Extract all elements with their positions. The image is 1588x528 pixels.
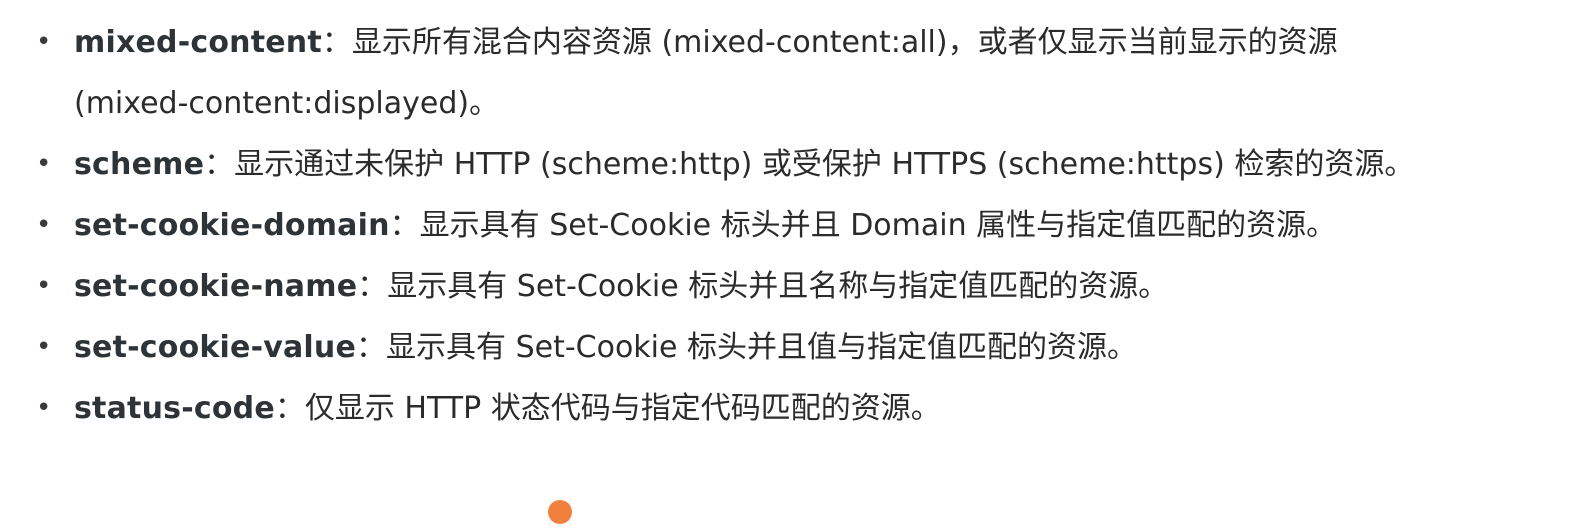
property-term: mixed-content — [74, 25, 322, 60]
property-term: scheme — [74, 147, 205, 182]
list-item-mixed-content: • mixed-content：显示所有混合内容资源 (mixed-conten… — [0, 12, 1588, 134]
property-term: set-cookie-domain — [74, 208, 390, 243]
bullet-icon: • — [36, 210, 52, 240]
list-item-set-cookie-name: • set-cookie-name：显示具有 Set-Cookie 标头并且名称… — [0, 256, 1588, 317]
property-term: set-cookie-name — [74, 269, 358, 304]
property-term: set-cookie-value — [74, 330, 357, 365]
orange-dot-icon — [548, 500, 572, 524]
list-item-status-code: • status-code：仅显示 HTTP 状态代码与指定代码匹配的资源。 — [0, 378, 1588, 439]
property-description: ：显示具有 Set-Cookie 标头并且名称与指定值匹配的资源。 — [357, 269, 1169, 304]
bullet-icon: • — [36, 271, 52, 301]
list-item-set-cookie-value: • set-cookie-value：显示具有 Set-Cookie 标头并且值… — [0, 317, 1588, 378]
property-description: ：仅显示 HTTP 状态代码与指定代码匹配的资源。 — [274, 391, 941, 426]
list-item-scheme: • scheme：显示通过未保护 HTTP (scheme:http) 或受保护… — [0, 134, 1588, 195]
list-item-set-cookie-domain: • set-cookie-domain：显示具有 Set-Cookie 标头并且… — [0, 195, 1588, 256]
property-description: ：显示具有 Set-Cookie 标头并且值与指定值匹配的资源。 — [356, 330, 1138, 365]
bullet-icon: • — [36, 27, 52, 57]
filter-property-list: • mixed-content：显示所有混合内容资源 (mixed-conten… — [0, 12, 1588, 439]
property-description: ：显示通过未保护 HTTP (scheme:http) 或受保护 HTTPS (… — [204, 147, 1415, 182]
property-term: status-code — [74, 391, 275, 426]
bullet-icon: • — [36, 149, 52, 179]
property-description: ：显示具有 Set-Cookie 标头并且 Domain 属性与指定值匹配的资源… — [389, 208, 1337, 243]
bullet-icon: • — [36, 393, 52, 423]
bullet-icon: • — [36, 332, 52, 362]
